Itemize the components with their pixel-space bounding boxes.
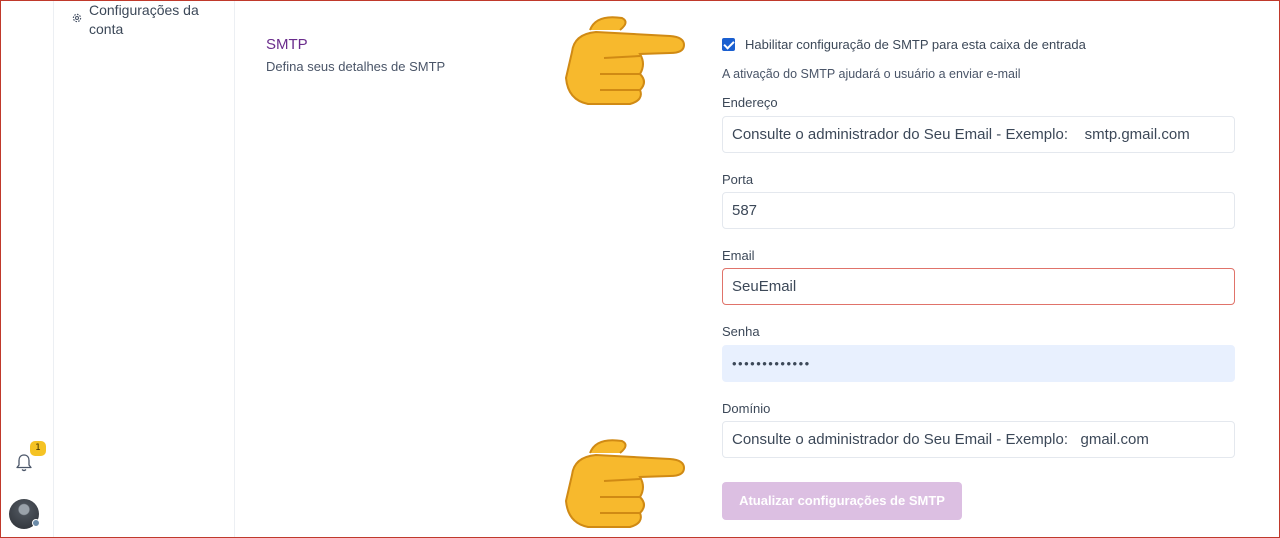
section-title: SMTP [266, 36, 308, 53]
address-input[interactable]: Consulte o administrador do Seu Email - … [722, 116, 1235, 153]
address-label: Endereço [722, 95, 778, 110]
email-label: Email [722, 248, 755, 263]
smtp-enable-row: Habilitar configuração de SMTP para esta… [722, 37, 1086, 52]
notification-badge: 1 [30, 441, 46, 456]
status-dot [32, 519, 40, 527]
domain-input[interactable]: Consulte o administrador do Seu Email - … [722, 421, 1235, 458]
sidebar-item-account-settings[interactable]: Configurações da conta [71, 1, 221, 39]
sidebar-item-label: Configurações da conta [89, 1, 199, 39]
port-label: Porta [722, 172, 754, 187]
smtp-enable-help: A ativação do SMTP ajudará o usuário a e… [722, 67, 1021, 81]
pointing-hand-icon [564, 16, 686, 105]
password-label: Senha [722, 324, 760, 339]
password-input[interactable]: ••••••••••••• [722, 345, 1235, 382]
update-smtp-button[interactable]: Atualizar configurações de SMTP [722, 482, 962, 520]
port-input[interactable]: 587 [722, 192, 1235, 229]
settings-sidebar: Configurações da conta [55, 1, 235, 537]
section-description: Defina seus detalhes de SMTP [266, 59, 446, 74]
bell-icon[interactable] [15, 453, 33, 473]
email-input[interactable]: SeuEmail [722, 268, 1235, 305]
sidebar-label-line2: conta [89, 21, 124, 37]
icon-rail: 1 [1, 1, 54, 537]
gear-icon [72, 13, 82, 23]
sidebar-label-line1: Configurações da [89, 2, 199, 18]
domain-label: Domínio [722, 401, 771, 416]
pointing-hand-icon [564, 439, 686, 528]
smtp-enable-label[interactable]: Habilitar configuração de SMTP para esta… [745, 37, 1086, 52]
smtp-enable-checkbox[interactable] [722, 38, 735, 51]
